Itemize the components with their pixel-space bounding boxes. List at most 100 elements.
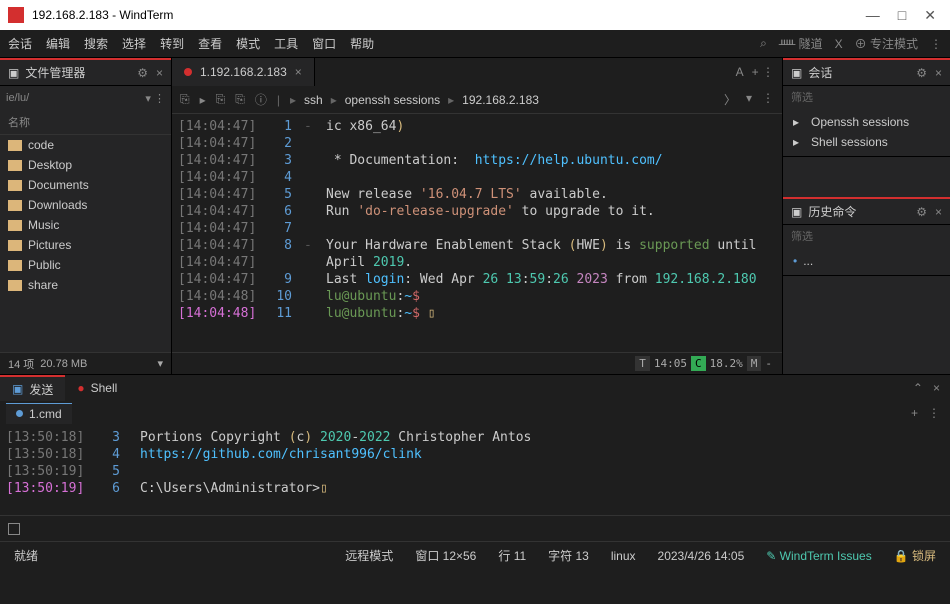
shell-tab[interactable]: 1.cmd: [6, 403, 72, 424]
file-name: code: [28, 138, 54, 152]
file-size: 20.78 MB: [40, 358, 87, 370]
more-icon[interactable]: + ⋮: [752, 65, 774, 79]
menubar: 会话 编辑 搜索 选择 转到 查看 模式 工具 窗口 帮助 ⌕ ᚊ 隧道 X ⊕…: [0, 30, 950, 58]
menu-view[interactable]: 查看: [198, 35, 222, 52]
menu-window[interactable]: 窗口: [312, 35, 336, 52]
nav-back-icon[interactable]: 〉: [724, 91, 736, 108]
file-name: Desktop: [28, 158, 72, 172]
stop-icon[interactable]: [8, 523, 20, 535]
file-row[interactable]: Documents: [0, 175, 171, 195]
status-ready: 就绪: [14, 547, 38, 564]
folder-icon: [8, 240, 22, 251]
file-row[interactable]: Public: [0, 255, 171, 275]
titlebar: 192.168.2.183 - WindTerm — □ ✕: [0, 0, 950, 30]
window-title: 192.168.2.183 - WindTerm: [32, 8, 866, 22]
chevron-down-icon[interactable]: ▾ ⋮: [145, 92, 165, 105]
status-remote[interactable]: 远程模式: [345, 547, 393, 564]
search-icon[interactable]: ⌕: [760, 36, 767, 51]
menu-goto[interactable]: 转到: [160, 35, 184, 52]
maximize-button[interactable]: □: [898, 7, 906, 24]
toolbar-icon[interactable]: ⎘: [180, 92, 190, 107]
status-winsize: 窗口 12×56: [415, 547, 476, 564]
toolbar-icon[interactable]: ▸: [200, 93, 206, 107]
statusbar: 就绪 远程模式 窗口 12×56 行 11 字符 13 linux 2023/4…: [0, 541, 950, 569]
menu-edit[interactable]: 编辑: [46, 35, 70, 52]
close-icon[interactable]: ×: [933, 381, 940, 395]
more-icon[interactable]: ⋮: [928, 406, 940, 420]
tab-label: 1.192.168.2.183: [200, 65, 287, 79]
font-button[interactable]: A: [736, 65, 744, 79]
terminal-status: T14:05 C18.2% M-: [172, 352, 782, 374]
terminal[interactable]: [14:04:47]1-ic x86_64)[14:04:47]2[14:04:…: [172, 114, 782, 352]
status-char: 字符 13: [548, 547, 589, 564]
menu-tools[interactable]: 工具: [274, 35, 298, 52]
session-folder[interactable]: ▸Shell sessions: [787, 132, 946, 152]
info-icon[interactable]: ⓘ: [255, 91, 267, 108]
sessions-filter[interactable]: 筛选: [783, 86, 950, 108]
minimize-button[interactable]: —: [866, 7, 880, 24]
chevron-down-icon[interactable]: ▾: [157, 357, 163, 370]
issues-link[interactable]: ✎ WindTerm Issues: [766, 549, 871, 563]
file-count: 14 项: [8, 356, 34, 372]
close-icon[interactable]: ×: [935, 66, 942, 80]
menu-help[interactable]: 帮助: [350, 35, 374, 52]
tab-modified-dot: [184, 68, 192, 76]
close-panel-icon[interactable]: ×: [156, 66, 163, 80]
toolbar-icon[interactable]: ⎘: [216, 92, 226, 107]
add-icon[interactable]: +: [911, 406, 918, 420]
file-row[interactable]: Desktop: [0, 155, 171, 175]
gear-icon[interactable]: ⚙: [916, 205, 927, 219]
file-name: Music: [28, 218, 59, 232]
tab-send[interactable]: ▣发送: [0, 375, 65, 401]
menu-search[interactable]: 搜索: [84, 35, 108, 52]
shell-terminal[interactable]: [13:50:18]3Portions Copyright (c) 2020-2…: [0, 425, 950, 515]
session-tab[interactable]: 1.192.168.2.183 ×: [172, 58, 315, 86]
file-row[interactable]: code: [0, 135, 171, 155]
gear-icon[interactable]: ⚙: [916, 66, 927, 80]
dot-icon: [16, 410, 23, 417]
status-os: linux: [611, 549, 636, 563]
folder-icon: [8, 140, 22, 151]
path-category[interactable]: openssh sessions: [345, 93, 440, 107]
file-row[interactable]: share: [0, 275, 171, 295]
history-item[interactable]: •...: [787, 251, 946, 271]
file-row[interactable]: Music: [0, 215, 171, 235]
file-name: Public: [28, 258, 61, 272]
tab-close-icon[interactable]: ×: [295, 65, 302, 79]
file-name: Pictures: [28, 238, 71, 252]
chevron-down-icon[interactable]: ▾: [746, 91, 752, 108]
menu-mode[interactable]: 模式: [236, 35, 260, 52]
close-button[interactable]: ✕: [924, 7, 936, 24]
path-host[interactable]: 192.168.2.183: [462, 93, 539, 107]
menu-select[interactable]: 选择: [122, 35, 146, 52]
close-icon[interactable]: ×: [935, 205, 942, 219]
more-icon[interactable]: ⋮: [762, 91, 774, 108]
tab-shell[interactable]: ●Shell: [65, 375, 129, 401]
file-row[interactable]: Pictures: [0, 235, 171, 255]
tunnel-button[interactable]: ᚊ 隧道: [779, 35, 823, 52]
terminal-toolbar: ⎘ ▸ ⎘ ⎘ ⓘ | ▸ssh▸openssh sessions▸192.16…: [172, 86, 782, 114]
status-datetime: 2023/4/26 14:05: [658, 549, 745, 563]
folder-icon: [8, 160, 22, 171]
toolbar-icon[interactable]: ⎘: [235, 92, 245, 107]
history-title: 历史命令: [808, 203, 910, 220]
file-row[interactable]: Downloads: [0, 195, 171, 215]
history-icon: ▣: [791, 205, 802, 219]
file-name: share: [28, 278, 58, 292]
crumb-path[interactable]: ie/lu/: [6, 92, 29, 104]
gear-icon[interactable]: ⚙: [137, 66, 148, 80]
menu-session[interactable]: 会话: [8, 35, 32, 52]
column-name[interactable]: 名称: [0, 110, 171, 135]
path-ssh[interactable]: ssh: [304, 93, 323, 107]
app-icon: [8, 7, 24, 23]
chevron-up-icon[interactable]: ⌃: [913, 381, 923, 395]
session-folder[interactable]: ▸Openssh sessions: [787, 112, 946, 132]
history-filter[interactable]: 筛选: [783, 225, 950, 247]
right-sidebar: ▣ 会话 ⚙ × 筛选 ▸Openssh sessions ▸Shell sess…: [782, 58, 950, 374]
lock-button[interactable]: 🔒 锁屏: [894, 547, 936, 564]
menu-more-icon[interactable]: ⋮: [930, 37, 942, 51]
sessions-title: 会话: [808, 64, 910, 81]
focus-mode-button[interactable]: ⊕ 专注模式: [855, 35, 918, 52]
x-button[interactable]: X: [835, 37, 843, 51]
editor-area: 1.192.168.2.183 × A+ ⋮ ⎘ ▸ ⎘ ⎘ ⓘ | ▸ssh▸…: [172, 58, 782, 374]
